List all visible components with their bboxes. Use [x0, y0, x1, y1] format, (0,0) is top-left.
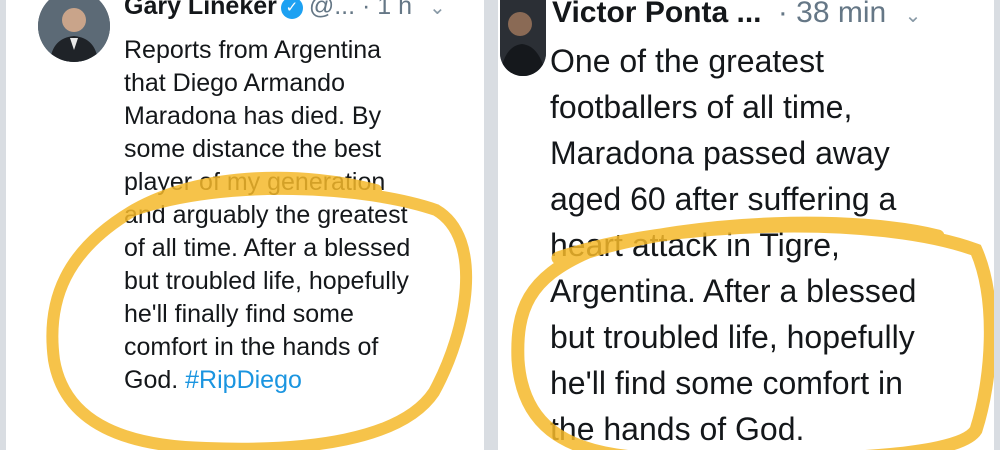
chevron-down-icon[interactable]: ⌄	[429, 0, 446, 20]
avatar[interactable]	[500, 0, 546, 76]
tweet-line: the hands of God.	[550, 411, 805, 447]
tweet-line: and arguably the greatest	[124, 201, 408, 229]
tweet-time[interactable]: · 38 min	[778, 0, 886, 29]
tweet-line: but troubled life, hopefully	[550, 319, 915, 355]
author-name[interactable]: Gary Lineker	[124, 0, 277, 20]
tweet-line: comfort in the hands of	[124, 333, 379, 361]
author-handle[interactable]: @...	[309, 0, 355, 20]
author-name[interactable]: Victor Ponta ...	[552, 0, 762, 29]
tweet-header: Victor Ponta ... · 38 min ⌄	[552, 0, 921, 30]
avatar[interactable]	[38, 0, 110, 62]
tweet-line: footballers of all time,	[550, 89, 853, 125]
tweet-line: he'll find some comfort in	[550, 365, 903, 401]
tweet-line: Maradona passed away	[550, 135, 890, 171]
tweet-line: player of my generation	[124, 168, 386, 196]
tweet-line: One of the greatest	[550, 43, 824, 79]
tweet-line: Reports from Argentina	[124, 36, 382, 64]
tweet-text: Reports from Argentina that Diego Armand…	[124, 34, 474, 397]
tweet-line: some distance the best	[124, 135, 382, 163]
verified-icon: ✓	[280, 0, 303, 19]
tweet-line: that Diego Armando	[124, 69, 345, 97]
tweet-line: heart attack in Tigre,	[550, 227, 840, 263]
right-tweet: Victor Ponta ... · 38 min ⌄ One of the g…	[498, 0, 994, 450]
tweet-line: Maradona has died. By	[124, 102, 382, 130]
tweet-line: of all time. After a blessed	[124, 234, 411, 262]
tweet-line: Argentina. After a blessed	[550, 273, 917, 309]
tweet-text: One of the greatest footballers of all t…	[550, 38, 990, 450]
tweet-line: aged 60 after suffering a	[550, 181, 897, 217]
tweet-header: Gary Lineker ✓ @... · 1 h ⌄	[124, 0, 446, 21]
chevron-down-icon[interactable]: ⌄	[905, 3, 922, 28]
tweet-line-last: God. #RipDiego	[124, 364, 474, 397]
tweet-line: but troubled life, hopefully	[124, 267, 409, 295]
hashtag-link[interactable]: #RipDiego	[185, 366, 302, 394]
tweet-time[interactable]: · 1 h	[362, 0, 412, 20]
tweet-line: God.	[124, 366, 179, 394]
left-tweet: Gary Lineker ✓ @... · 1 h ⌄ Reports from A…	[6, 0, 484, 450]
tweet-line: he'll finally find some	[124, 300, 354, 328]
